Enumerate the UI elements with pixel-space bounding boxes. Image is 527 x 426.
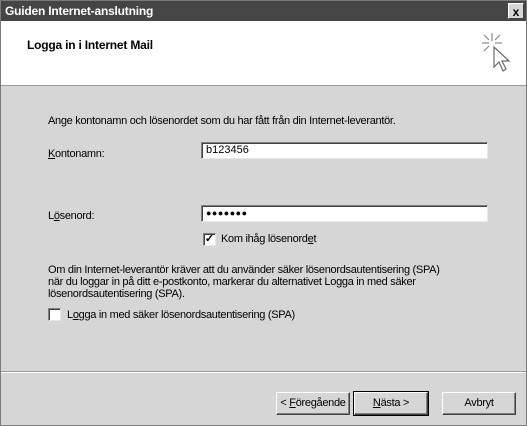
title-bar[interactable]: Guiden Internet-anslutning x bbox=[1, 1, 526, 21]
spa-description-line-2: när du loggar in på ditt e-postkonto, ma… bbox=[48, 276, 416, 288]
spa-checkbox-label[interactable]: Logga in med säker lösenordsautentiserin… bbox=[67, 309, 295, 321]
spa-description-line-1: Om din Internet-leverantör kräver att du… bbox=[48, 264, 440, 276]
next-button[interactable]: Nästa > bbox=[353, 391, 429, 416]
spa-checkbox[interactable] bbox=[48, 308, 61, 321]
wizard-header: Logga in i Internet Mail bbox=[1, 21, 526, 86]
back-button[interactable]: < Föregående bbox=[276, 392, 350, 415]
cancel-button[interactable]: Avbryt bbox=[442, 392, 516, 415]
footer-divider bbox=[1, 371, 526, 373]
password-label: Lösenord: bbox=[48, 210, 95, 222]
wizard-window: Guiden Internet-anslutning x Logga in i … bbox=[0, 0, 527, 426]
account-name-label: Kontonamn: bbox=[48, 148, 105, 160]
intro-text: Ange kontonamn och lösenordet som du har… bbox=[48, 115, 396, 127]
password-input[interactable]: ●●●●●●● bbox=[201, 205, 488, 222]
wizard-cursor-icon bbox=[482, 33, 511, 72]
account-name-input[interactable]: b123456 bbox=[201, 142, 488, 159]
remember-password-label[interactable]: Kom ihåg lösenordet bbox=[221, 233, 316, 245]
spa-description-line-3: lösenordsautentisering (SPA). bbox=[48, 288, 185, 300]
window-title: Guiden Internet-anslutning bbox=[5, 4, 154, 18]
page-title: Logga in i Internet Mail bbox=[27, 38, 153, 52]
close-button[interactable]: x bbox=[508, 3, 524, 19]
remember-password-checkbox[interactable]: ✓ bbox=[203, 233, 216, 246]
